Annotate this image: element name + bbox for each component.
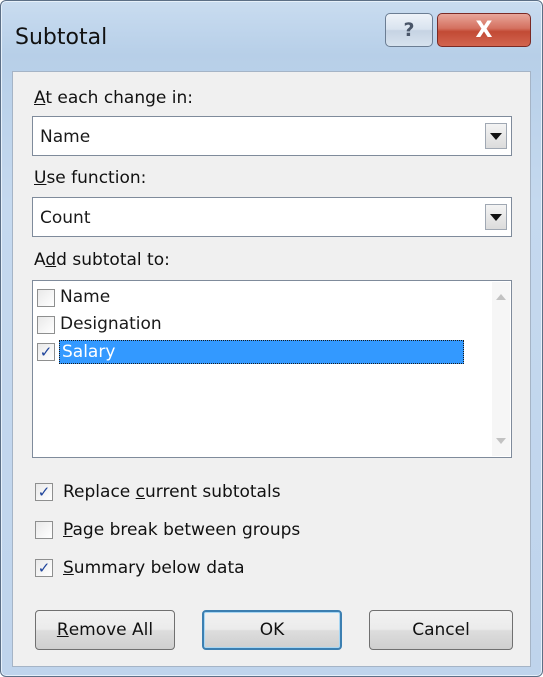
close-button[interactable]: X <box>437 13 531 47</box>
replace-current-subtotals-label: Replace current subtotals <box>63 482 281 502</box>
title-bar[interactable]: Subtotal ? X <box>1 1 542 79</box>
listbox-scrollbar[interactable] <box>492 282 510 456</box>
use-function-value: Count <box>40 208 91 228</box>
list-item-label: Salary <box>59 340 464 364</box>
page-break-checkbox[interactable] <box>35 521 53 539</box>
scroll-down-icon[interactable] <box>496 438 506 444</box>
cancel-button[interactable]: Cancel <box>369 610 513 650</box>
list-item[interactable]: Designation <box>37 313 162 337</box>
subtotal-dialog: Subtotal ? X At each change in: Name Use… <box>0 0 543 677</box>
summary-below-data-option[interactable]: ✓ Summary below data <box>35 558 245 578</box>
at-each-change-combo[interactable]: Name <box>32 116 512 156</box>
remove-all-button[interactable]: Remove All <box>35 610 175 650</box>
summary-below-data-label: Summary below data <box>63 558 245 578</box>
help-icon: ? <box>403 19 415 41</box>
use-function-dropdown-button[interactable] <box>485 204 507 230</box>
checkbox-salary[interactable]: ✓ <box>37 343 55 361</box>
add-subtotal-label: Add subtotal to: <box>34 250 170 270</box>
help-button[interactable]: ? <box>385 13 433 47</box>
summary-below-data-checkbox[interactable]: ✓ <box>35 559 53 577</box>
dialog-title: Subtotal <box>15 25 108 50</box>
use-function-combo[interactable]: Count <box>32 197 512 237</box>
list-item[interactable]: Name <box>37 286 110 310</box>
dialog-body: At each change in: Name Use function: Co… <box>12 71 531 667</box>
replace-current-subtotals-option[interactable]: ✓ Replace current subtotals <box>35 482 281 502</box>
page-break-option[interactable]: Page break between groups <box>35 520 300 540</box>
close-icon: X <box>475 17 493 43</box>
list-item-label: Name <box>60 287 111 307</box>
chevron-down-icon <box>490 132 502 140</box>
at-each-change-value: Name <box>40 127 91 147</box>
page-break-label: Page break between groups <box>63 520 301 540</box>
add-subtotal-listbox[interactable]: Name Designation ✓ Salary <box>32 280 512 458</box>
list-item-label: Designation <box>60 314 162 334</box>
use-function-label: Use function: <box>34 168 147 188</box>
checkbox-name[interactable] <box>37 289 55 307</box>
checkbox-designation[interactable] <box>37 316 55 334</box>
chevron-down-icon <box>490 213 502 221</box>
replace-current-subtotals-checkbox[interactable]: ✓ <box>35 483 53 501</box>
list-item[interactable]: ✓ Salary <box>37 340 464 364</box>
scroll-up-icon[interactable] <box>496 294 506 300</box>
at-each-change-dropdown-button[interactable] <box>485 123 507 149</box>
ok-button[interactable]: OK <box>202 610 342 650</box>
at-each-change-label: At each change in: <box>34 88 194 108</box>
